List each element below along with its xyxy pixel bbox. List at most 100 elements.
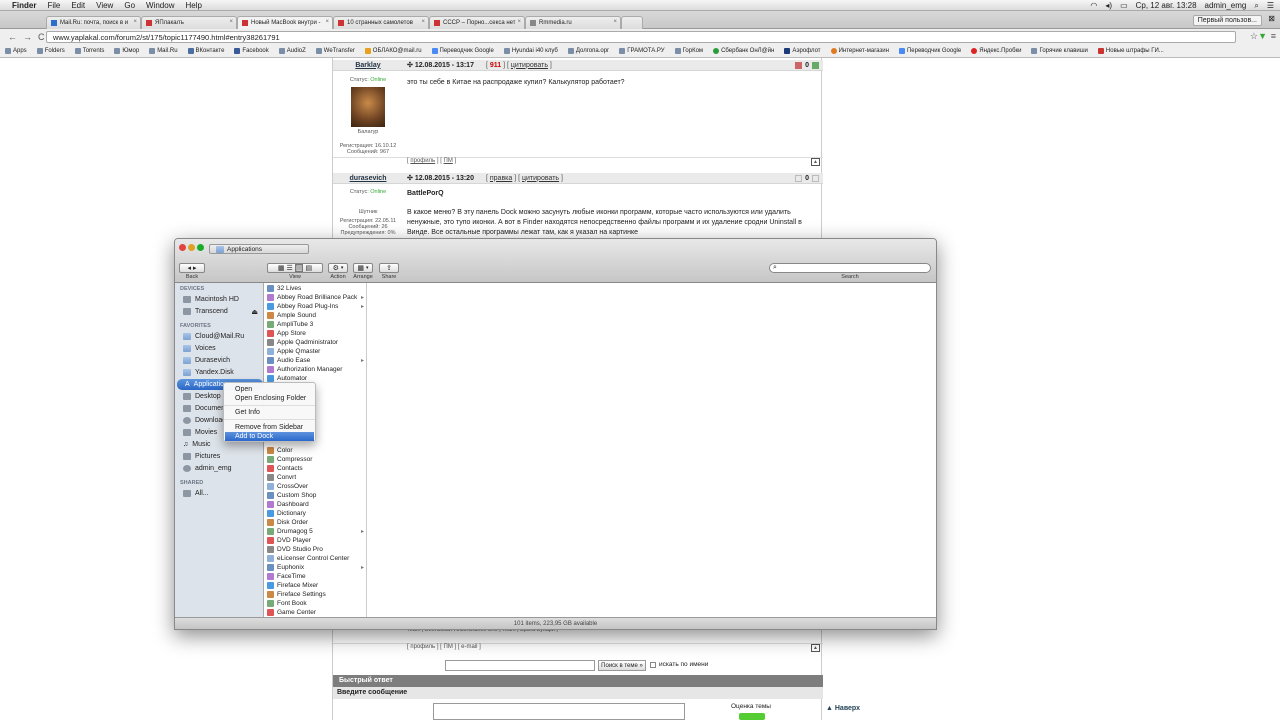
file-item[interactable]: Abbey Road Plug-Ins ▸ [265,302,366,311]
vote-up-icon[interactable] [812,61,819,69]
file-item[interactable]: Fireface Settings [265,590,366,599]
menu-item-open-enclosing-folder[interactable]: Open Enclosing Folder [225,394,314,403]
file-item[interactable]: DVD Player [265,536,366,545]
icon-view-icon[interactable]: ▦ [278,264,285,272]
file-item[interactable]: Dashboard [265,500,366,509]
close-window-icon[interactable] [179,244,186,251]
tab-planes[interactable]: 10 странных самолетов × [333,16,429,29]
bookmark-translate[interactable]: Переводчик Google [431,48,494,54]
menu-go[interactable]: Go [124,1,135,10]
bookmark-translate-2[interactable]: Переводчик Google [898,48,961,54]
file-item[interactable]: Compressor [265,455,366,464]
profile-link[interactable]: профиль [410,158,435,164]
close-tab-icon[interactable]: × [133,19,137,25]
user-name[interactable]: admin_emg [1205,1,1247,10]
topic-search-button[interactable]: Поиск в теме » [598,660,646,671]
close-tab-icon[interactable]: × [421,19,425,25]
close-tab-icon[interactable]: × [325,19,329,25]
tab-macbook[interactable]: Новый MacBook внутри - × [237,16,333,29]
file-item[interactable]: eLicenser Control Center [265,554,366,563]
minimize-window-icon[interactable] [188,244,195,251]
back-forward-buttons[interactable]: ◂ ▸ [179,263,205,273]
file-item[interactable]: Drumagog 5 ▸ [265,527,366,536]
reputation-count[interactable]: 911 [490,62,501,69]
arrange-button[interactable]: ▦ ▾ [353,263,373,273]
wifi-icon[interactable]: ◠ [1090,1,1097,10]
file-item[interactable]: Apple Qmaster [265,347,366,356]
bookmark-mailru[interactable]: Mail.Ru [149,48,178,54]
window-close-icon[interactable]: ⊠ [1268,14,1275,23]
vote-up-icon[interactable] [812,174,819,182]
column-view-icon[interactable]: ▥ [294,264,304,272]
bookmark-gorkom[interactable]: ГорКом [674,48,703,54]
new-tab-button[interactable] [621,16,643,29]
menu-item-add-to-dock[interactable]: Add to Dock [225,432,314,441]
file-item[interactable]: Authorization Manager [265,365,366,374]
share-button[interactable]: ⇪ [379,263,399,273]
forward-arrow-icon[interactable]: ▸ [193,264,197,272]
close-tab-icon[interactable]: × [517,19,521,25]
bookmark-yandex-traffic[interactable]: Яндекс.Пробки [971,48,1021,54]
file-item[interactable]: AmpliTube 3 [265,320,366,329]
view-mode-buttons[interactable]: ▦ ☰ ▥ ▤ [267,263,323,273]
tab-mailru[interactable]: Mail.Ru: почта, поиск в и × [46,16,141,29]
bookmark-humor[interactable]: Юмор [114,48,139,54]
close-tab-icon[interactable]: × [229,19,233,25]
sidebar-item-durasevich[interactable]: Durasevich [175,355,264,366]
bookmark-folders[interactable]: Folders [36,48,65,54]
bookmark-hotkeys[interactable]: Горячие клавиши [1031,48,1088,54]
search-by-name-checkbox[interactable] [650,662,656,668]
forward-arrow-icon[interactable]: → [23,32,32,42]
menu-item-remove-from-sidebar[interactable]: Remove from Sidebar [225,423,314,432]
bookmark-aeroflot[interactable]: Аэрофлот [784,48,821,54]
bookmark-facebook[interactable]: Facebook [234,48,269,54]
file-item[interactable]: Abbey Road Brilliance Pack ▸ [265,293,366,302]
bookmark-sberbank[interactable]: Сбербанк ОнЛ@йн [713,48,774,54]
coverflow-view-icon[interactable]: ▤ [305,264,312,272]
file-item[interactable]: Disk Order [265,518,366,527]
file-item[interactable]: DVD Studio Pro [265,545,366,554]
list-view-icon[interactable]: ☰ [287,264,293,272]
file-item[interactable]: 32 Lives [265,284,366,293]
address-bar[interactable]: www.yaplakal.com/forum2/st/175/topic1177… [46,31,1236,43]
menu-help[interactable]: Help [185,1,201,10]
clock[interactable]: Ср, 12 авг. 13:28 [1136,1,1197,10]
file-item[interactable]: FaceTime [265,572,366,581]
sidebar-item-shared-all[interactable]: All... [175,488,264,499]
eject-icon[interactable]: ⏏ [251,308,258,316]
battery-icon[interactable]: ▭ [1120,1,1128,10]
vote-down-icon[interactable] [795,174,803,182]
file-item[interactable]: Color [265,446,366,455]
menu-finder[interactable]: Finder [12,1,36,10]
sidebar-item-transcend[interactable]: Transcend ⏏ [175,306,264,317]
extension-icon[interactable]: ▼ [1258,31,1267,41]
edit-link[interactable]: правка [490,175,512,182]
profile-button[interactable]: Первый пользов... [1192,15,1262,26]
menu-item-get-info[interactable]: Get Info [225,408,314,417]
sidebar-item-yandex-disk[interactable]: Yandex.Disk [175,367,264,378]
menu-view[interactable]: View [96,1,113,10]
file-item[interactable]: Font Book [265,599,366,608]
file-item[interactable]: Apple Qadministrator [265,338,366,347]
file-item[interactable]: Dictionary [265,509,366,518]
file-item[interactable]: Ample Sound [265,311,366,320]
file-item[interactable]: Audio Ease ▸ [265,356,366,365]
bookmark-torrents[interactable]: Torrents [74,48,104,54]
back-arrow-icon[interactable]: ← [8,32,17,42]
menu-item-open[interactable]: Open [225,385,314,394]
bookmark-gramota[interactable]: ГРАМОТА.РУ [619,48,665,54]
file-item[interactable]: Game Center [265,608,366,617]
file-item[interactable]: App Store [265,329,366,338]
zoom-window-icon[interactable] [197,244,204,251]
quote-link[interactable]: цитировать [511,62,548,69]
file-item[interactable]: Custom Shop [265,491,366,500]
bookmark-hyundai[interactable]: Hyundai i40 клуб [503,48,558,54]
spotlight-icon[interactable]: ⌕ [1254,1,1258,11]
file-item[interactable]: Convrt [265,473,366,482]
sidebar-item-voices[interactable]: Voices [175,343,264,354]
post-author-link[interactable]: Barklay [333,62,403,69]
rate-topic-bar[interactable] [739,713,765,720]
quote-link[interactable]: цитировать [522,175,559,182]
sidebar-item-cloud-mailru[interactable]: Cloud@Mail.Ru [175,331,264,342]
bookmark-apps[interactable]: Apps [5,48,27,54]
